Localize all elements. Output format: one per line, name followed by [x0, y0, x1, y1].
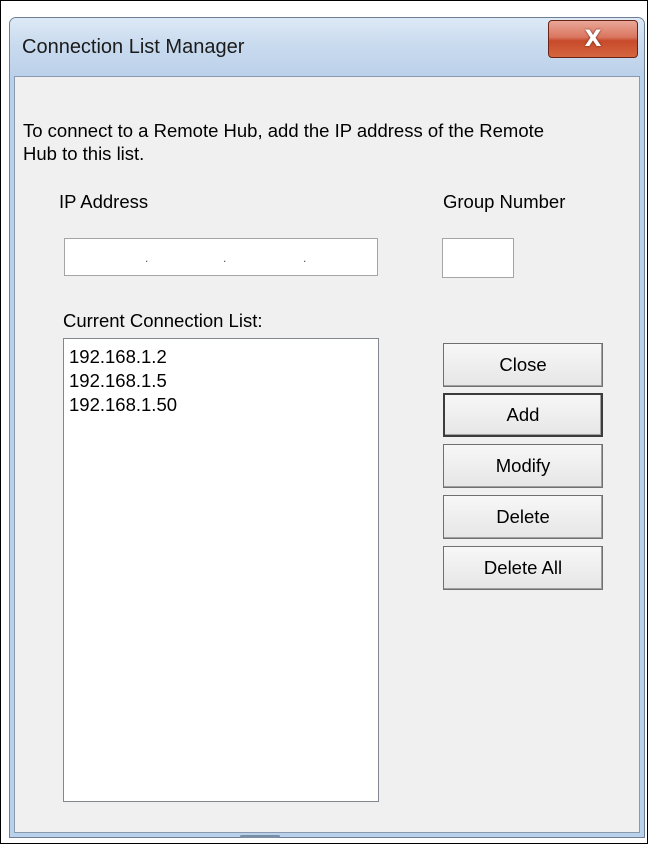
- list-item[interactable]: 192.168.1.2: [69, 345, 373, 369]
- ip-address-label: IP Address: [59, 191, 149, 212]
- list-item[interactable]: 192.168.1.5: [69, 369, 373, 393]
- group-number-field[interactable]: [442, 238, 514, 278]
- modify-button[interactable]: Modify: [443, 444, 603, 488]
- close-icon: X: [584, 26, 602, 52]
- delete-all-button[interactable]: Delete All: [443, 546, 603, 590]
- list-item[interactable]: 192.168.1.50: [69, 393, 373, 417]
- title-bar[interactable]: Connection List Manager X: [10, 18, 644, 75]
- delete-button[interactable]: Delete: [443, 495, 603, 539]
- instruction-text: To connect to a Remote Hub, add the IP a…: [23, 120, 545, 164]
- group-number-label: Group Number: [443, 191, 566, 212]
- ip-address-field[interactable]: . . .: [64, 238, 378, 276]
- window-bottom-edge: [240, 835, 280, 838]
- ip-separator: .: [223, 251, 227, 265]
- connection-list-label: Current Connection List:: [63, 310, 263, 331]
- connection-listbox[interactable]: 192.168.1.2 192.168.1.5 192.168.1.50: [63, 338, 379, 802]
- ip-separator: .: [303, 251, 307, 265]
- add-button[interactable]: Add: [443, 393, 603, 437]
- close-button[interactable]: Close: [443, 343, 603, 387]
- dialog-client-area: To connect to a Remote Hub, add the IP a…: [14, 76, 640, 833]
- window-close-button[interactable]: X: [548, 20, 638, 58]
- dialog-window: Connection List Manager X To connect to …: [9, 17, 645, 838]
- ip-separator: .: [145, 251, 149, 265]
- window-title: Connection List Manager: [22, 36, 245, 58]
